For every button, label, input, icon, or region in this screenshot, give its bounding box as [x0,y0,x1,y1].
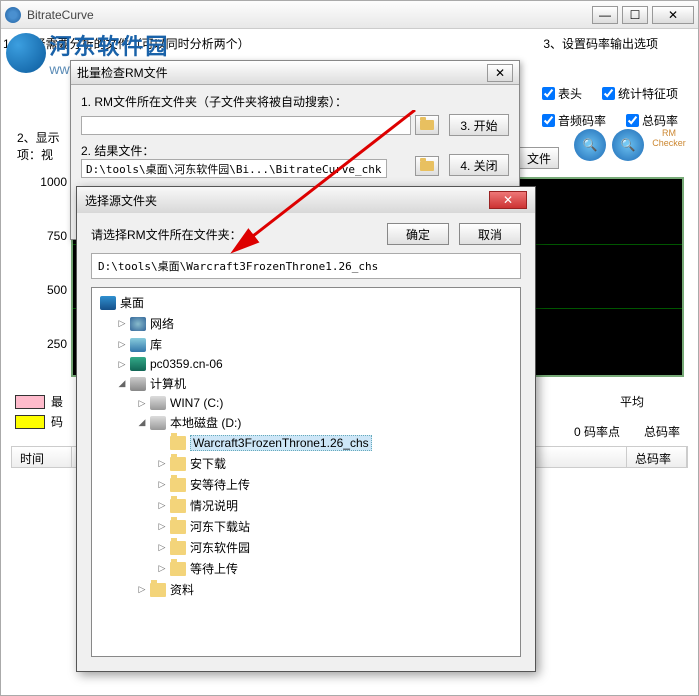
tool-icon-1[interactable]: 🔍 [574,129,606,161]
dialog2-title-bar: 选择源文件夹 ✕ [77,187,535,213]
watermark-title: 河东软件园 [49,29,169,61]
checkbox-total[interactable]: 总码率 [626,112,678,129]
folder-input[interactable] [81,116,411,135]
tree-folder-7[interactable]: ▷资料 [96,579,516,600]
tree-library[interactable]: ▷库 [96,334,516,355]
checkbox-stats[interactable]: 统计特征项 [602,85,678,102]
legend-max: 最 [51,393,63,410]
title-bar: BitrateCurve — ☐ ✕ [1,1,698,29]
checkbox-audio[interactable]: 音频码率 [542,112,606,129]
step2-label: 2、显示 项：视 [17,129,60,163]
dialog2-prompt: 请选择RM文件所在文件夹： [91,226,377,243]
rate-labels: 0 码率点 总码率 [574,423,680,440]
tool-icon-2[interactable]: 🔍 [612,129,644,161]
tree-network[interactable]: ▷网络 [96,313,516,334]
y-tick-500: 500 [39,283,67,297]
folder-label: 1. RM文件所在文件夹（子文件夹将被自动搜索）： [81,93,509,110]
browse-result-button[interactable] [415,156,439,176]
result-path-input[interactable] [81,159,387,178]
browse-folder-button[interactable] [415,115,439,135]
checkbox-header[interactable]: 表头 [542,85,582,102]
close-dialog-button[interactable]: 4. 关闭 [449,154,509,176]
legend-color-rate [15,415,45,429]
start-button[interactable]: 3. 开始 [449,114,509,136]
dialog1-title-bar: 批量检查RM文件 ✕ [71,61,519,85]
file-button[interactable]: 文件 [519,147,559,169]
tree-folder-6[interactable]: ▷等待上传 [96,558,516,579]
close-button[interactable]: ✕ [652,6,694,24]
tree-local-d[interactable]: ◢本地磁盘 (D:) [96,412,516,433]
maximize-button[interactable]: ☐ [622,6,648,24]
toolbar-icons: 🔍 🔍 [574,129,644,161]
tree-folder-1[interactable]: ▷安下载 [96,453,516,474]
tree-computer[interactable]: ◢计算机 [96,373,516,394]
tree-folder-4[interactable]: ▷河东下载站 [96,516,516,537]
rm-checker-label: RM Checker [650,129,688,149]
y-tick-1000: 1000 [39,175,67,189]
col-time[interactable]: 时间 [12,447,72,467]
dialog2-title: 选择源文件夹 [85,192,489,209]
y-tick-750: 750 [39,229,67,243]
app-icon [5,7,21,23]
tree-selected-folder[interactable]: Warcraft3FrozenThrone1.26_chs [96,433,516,453]
tree-desktop[interactable]: 桌面 [96,292,516,313]
selected-path: D:\tools\桌面\Warcraft3FrozenThrone1.26_ch… [91,253,521,279]
watermark-logo [6,33,46,73]
tree-pc[interactable]: ▷pc0359.cn-06 [96,355,516,373]
folder-browser-dialog: 选择源文件夹 ✕ 请选择RM文件所在文件夹： 确定 取消 D:\tools\桌面… [76,186,536,672]
result-label: 2. 结果文件： [81,142,411,159]
folder-icon [420,120,434,130]
step3-label: 3、设置码率输出选项 [543,35,658,52]
tree-folder-5[interactable]: ▷河东软件园 [96,537,516,558]
legend-avg: 平均 [620,393,644,410]
window-title: BitrateCurve [27,8,588,22]
tree-folder-3[interactable]: ▷情况说明 [96,495,516,516]
folder-tree[interactable]: 桌面 ▷网络 ▷库 ▷pc0359.cn-06 ◢计算机 ▷WIN7 (C:) … [91,287,521,657]
col-total[interactable]: 总码率 [627,447,687,467]
ok-button[interactable]: 确定 [387,223,449,245]
tree-win7[interactable]: ▷WIN7 (C:) [96,394,516,412]
legend-rate: 码 [51,413,63,430]
cancel-button[interactable]: 取消 [459,223,521,245]
legend-color-max [15,395,45,409]
y-tick-250: 250 [39,337,67,351]
dialog1-close-button[interactable]: ✕ [487,64,513,82]
dialog2-close-button[interactable]: ✕ [489,191,527,209]
minimize-button[interactable]: — [592,6,618,24]
folder-icon [420,161,434,171]
tree-folder-2[interactable]: ▷安等待上传 [96,474,516,495]
dialog1-title: 批量检查RM文件 [77,64,483,81]
